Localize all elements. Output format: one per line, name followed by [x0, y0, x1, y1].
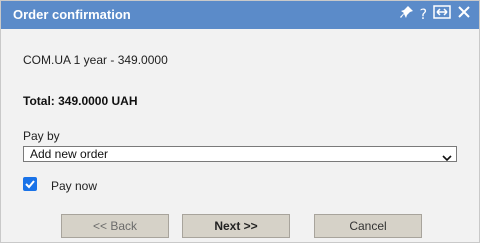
next-button[interactable]: Next >>: [182, 214, 290, 238]
pay-by-label: Pay by: [23, 129, 60, 143]
pay-by-selected-value: Add new order: [30, 147, 109, 161]
order-confirmation-dialog: Order confirmation ? COM.UA 1 year - 349…: [0, 0, 480, 243]
dialog-title: Order confirmation: [13, 7, 131, 22]
titlebar-icons: ?: [399, 5, 471, 25]
dialog-titlebar: Order confirmation ?: [1, 1, 479, 29]
pay-now-checkbox[interactable]: [23, 177, 37, 191]
order-line-item: COM.UA 1 year - 349.0000: [23, 53, 168, 67]
pay-by-select[interactable]: Add new order: [23, 146, 457, 162]
cancel-button[interactable]: Cancel: [314, 214, 422, 238]
resize-icon[interactable]: [433, 5, 451, 25]
order-total: Total: 349.0000 UAH: [23, 94, 138, 108]
back-button[interactable]: << Back: [61, 214, 169, 238]
pin-icon[interactable]: [399, 5, 414, 25]
close-icon[interactable]: [457, 5, 471, 25]
chevron-down-icon: [442, 150, 452, 162]
pay-now-label: Pay now: [51, 179, 98, 193]
help-icon[interactable]: ?: [420, 5, 427, 25]
dialog-content: COM.UA 1 year - 349.0000 Total: 349.0000…: [1, 29, 479, 242]
